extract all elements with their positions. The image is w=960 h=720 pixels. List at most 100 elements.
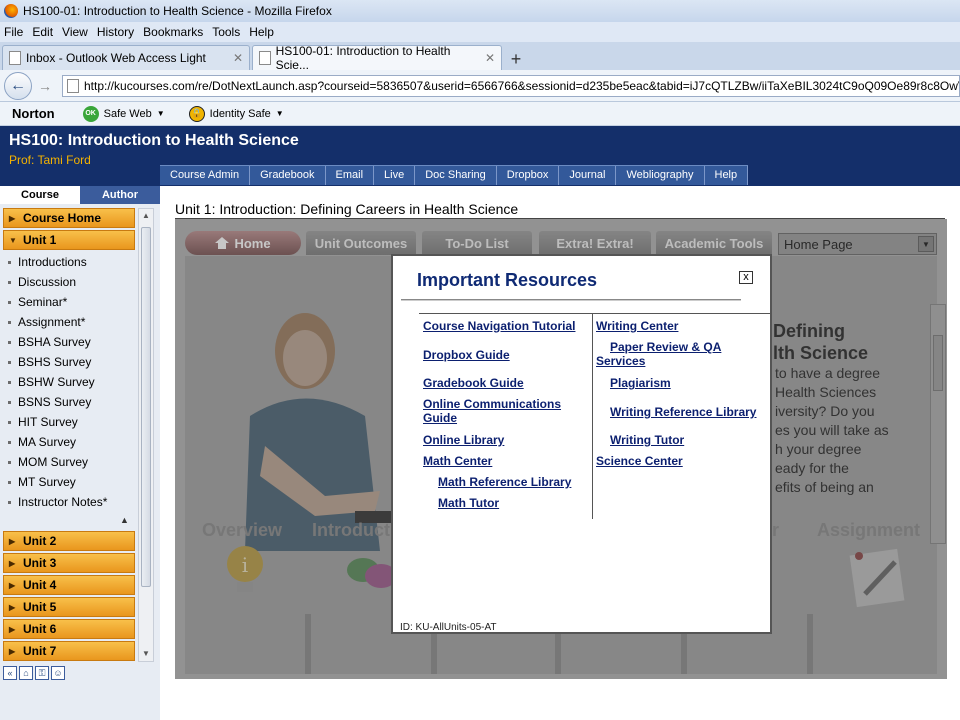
url-text: http://kucourses.com/re/DotNextLaunch.as… <box>84 78 960 93</box>
menu-file[interactable]: File <box>4 25 23 39</box>
close-tab-icon[interactable]: ✕ <box>479 51 495 65</box>
bullet-icon <box>8 500 11 504</box>
close-icon[interactable]: x <box>739 271 753 284</box>
home-icon[interactable]: ⌂ <box>19 666 33 680</box>
menu-bookmarks[interactable]: Bookmarks <box>143 25 203 39</box>
sidebar-unit-3[interactable]: ▶ Unit 3 <box>3 553 135 573</box>
menu-view[interactable]: View <box>62 25 88 39</box>
forward-button[interactable]: → <box>34 75 56 97</box>
collapse-up-icon[interactable]: ▲ <box>120 515 129 525</box>
nav-webliography[interactable]: Webliography <box>616 166 705 185</box>
sidebar-item-bsns-survey[interactable]: BSNS Survey <box>8 393 91 411</box>
bullet-icon <box>8 260 11 264</box>
sidebar-item-discussion[interactable]: Discussion <box>8 273 76 291</box>
sidebar-item-label: Seminar* <box>18 295 68 309</box>
sidebar-item-label: Unit 4 <box>23 578 57 592</box>
link-math-tutor[interactable]: Math Tutor <box>438 496 499 510</box>
sidebar-item-label: MOM Survey <box>18 455 89 469</box>
link-course-navigation-tutorial[interactable]: Course Navigation Tutorial <box>423 319 575 333</box>
tab-course[interactable]: Course <box>0 186 80 204</box>
link-online-communications-guide[interactable]: Online Communications Guide <box>423 397 583 425</box>
identity-safe-button[interactable]: 🔒 Identity Safe ▼ <box>188 105 284 122</box>
sidebar-item-label: HIT Survey <box>18 415 78 429</box>
bullet-icon <box>8 320 11 324</box>
nav-email[interactable]: Email <box>326 166 375 185</box>
key-icon[interactable]: ⚿ <box>35 666 49 680</box>
window-title: HS100-01: Introduction to Health Science… <box>23 4 332 18</box>
chevron-right-icon: ▶ <box>9 580 16 590</box>
sidebar-unit-4[interactable]: ▶ Unit 4 <box>3 575 135 595</box>
sidebar-item-instructor-notes[interactable]: Instructor Notes* <box>8 493 107 511</box>
tab-label: Inbox - Outlook Web Access Light <box>26 51 206 65</box>
sidebar-item-bshs-survey[interactable]: BSHS Survey <box>8 353 91 371</box>
norton-logo[interactable]: Norton <box>12 106 55 121</box>
nav-journal[interactable]: Journal <box>559 166 617 185</box>
chevron-right-icon: ▶ <box>9 213 16 223</box>
close-tab-icon[interactable]: ✕ <box>227 51 243 65</box>
menu-edit[interactable]: Edit <box>32 25 53 39</box>
link-writing-center[interactable]: Writing Center <box>596 319 678 333</box>
url-bar[interactable]: http://kucourses.com/re/DotNextLaunch.as… <box>62 74 960 97</box>
tab-bar: Inbox - Outlook Web Access Light ✕ HS100… <box>0 42 960 72</box>
scrollbar-thumb[interactable] <box>141 227 151 587</box>
nav-help[interactable]: Help <box>705 166 749 185</box>
user-icon[interactable]: ☺ <box>51 666 65 680</box>
link-math-reference-library[interactable]: Math Reference Library <box>438 475 571 489</box>
link-online-library[interactable]: Online Library <box>423 433 504 447</box>
scroll-down-icon[interactable]: ▼ <box>142 649 150 658</box>
safe-web-button[interactable]: OK Safe Web ▼ <box>82 105 165 122</box>
link-paper-review-qa-services[interactable]: Paper Review & QA Services <box>596 340 746 368</box>
sidebar-item-ma-survey[interactable]: MA Survey <box>8 433 76 451</box>
tab-inbox[interactable]: Inbox - Outlook Web Access Light ✕ <box>2 45 250 70</box>
sidebar-unit-6[interactable]: ▶ Unit 6 <box>3 619 135 639</box>
new-tab-button[interactable]: + <box>504 48 528 70</box>
sidebar-item-assignment[interactable]: Assignment* <box>8 313 85 331</box>
nav-bar: ← → http://kucourses.com/re/DotNextLaunc… <box>0 70 960 102</box>
sidebar-item-introductions[interactable]: Introductions <box>8 253 87 271</box>
bullet-icon <box>8 480 11 484</box>
back-button[interactable]: ← <box>4 71 32 100</box>
sidebar-item-hit-survey[interactable]: HIT Survey <box>8 413 78 431</box>
nav-dropbox[interactable]: Dropbox <box>497 166 560 185</box>
chevron-down-icon: ▼ <box>275 109 284 118</box>
chevron-down-icon: ▼ <box>9 235 17 245</box>
nav-live[interactable]: Live <box>374 166 416 185</box>
sidebar-unit-2[interactable]: ▶ Unit 2 <box>3 531 135 551</box>
prof-label: Prof: <box>9 153 35 167</box>
sidebar-item-label: Assignment* <box>18 315 86 329</box>
sidebar-unit-5[interactable]: ▶ Unit 5 <box>3 597 135 617</box>
nav-gradebook[interactable]: Gradebook <box>250 166 326 185</box>
menu-tools[interactable]: Tools <box>212 25 240 39</box>
sidebar-item-bshw-survey[interactable]: BSHW Survey <box>8 373 95 391</box>
sidebar-item-seminar[interactable]: Seminar* <box>8 293 67 311</box>
prof-name: Tami Ford <box>37 153 91 167</box>
link-writing-tutor[interactable]: Writing Tutor <box>610 433 684 447</box>
sidebar-scrollbar[interactable]: ▲ ▼ <box>138 208 154 662</box>
link-writing-reference-library[interactable]: Writing Reference Library <box>610 405 756 419</box>
sidebar-item-label: Unit 5 <box>23 600 57 614</box>
sidebar-item-label: MA Survey <box>18 435 77 449</box>
bullet-icon <box>8 460 11 464</box>
link-math-center[interactable]: Math Center <box>423 454 492 468</box>
menu-help[interactable]: Help <box>249 25 274 39</box>
sidebar-unit-7[interactable]: ▶ Unit 7 <box>3 641 135 661</box>
menu-history[interactable]: History <box>97 25 134 39</box>
sidebar-item-bsha-survey[interactable]: BSHA Survey <box>8 333 91 351</box>
sidebar-course-home[interactable]: ▶ Course Home <box>3 208 135 228</box>
page-icon <box>9 51 21 65</box>
dialog-title: Important Resources <box>417 270 598 290</box>
link-gradebook-guide[interactable]: Gradebook Guide <box>423 376 524 390</box>
scroll-up-icon[interactable]: ▲ <box>142 211 150 220</box>
expand-collapse-icon[interactable]: « <box>3 666 17 680</box>
sidebar-item-mom-survey[interactable]: MOM Survey <box>8 453 88 471</box>
tab-author[interactable]: Author <box>80 186 160 204</box>
link-plagiarism[interactable]: Plagiarism <box>610 376 671 390</box>
nav-doc-sharing[interactable]: Doc Sharing <box>415 166 497 185</box>
link-dropbox-guide[interactable]: Dropbox Guide <box>423 348 510 362</box>
tab-course[interactable]: HS100-01: Introduction to Health Scie...… <box>252 44 502 72</box>
sidebar-unit-1[interactable]: ▼ Unit 1 <box>3 230 135 250</box>
sidebar-item-mt-survey[interactable]: MT Survey <box>8 473 76 491</box>
link-science-center[interactable]: Science Center <box>596 454 683 468</box>
sidebar-item-label: Unit 3 <box>23 556 57 570</box>
nav-course-admin[interactable]: Course Admin <box>160 166 251 185</box>
